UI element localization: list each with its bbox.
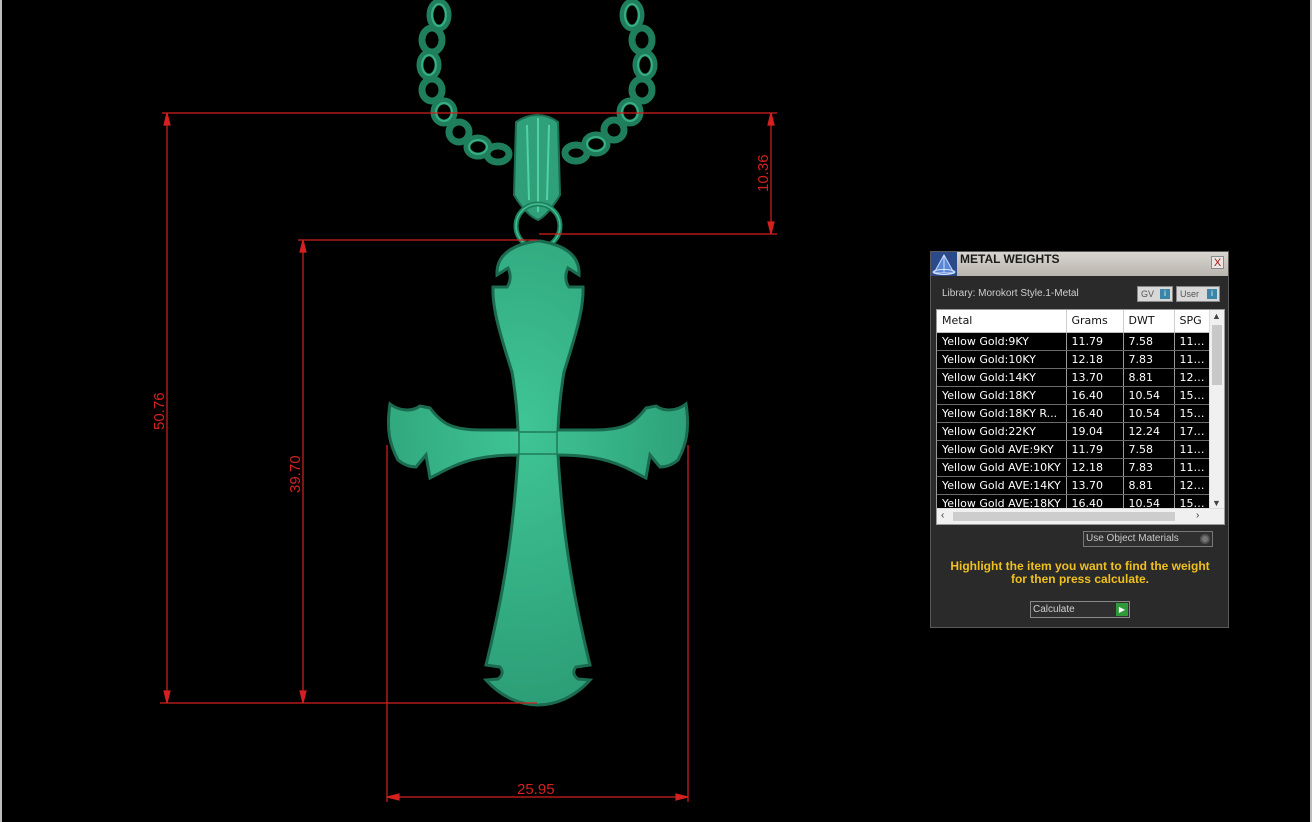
metal-table[interactable]: Metal Grams DWT SPG Yellow Gold:9KY 11.79… [936, 309, 1225, 525]
dimension-bail-height: 10.36 [755, 154, 772, 192]
panel-titlebar[interactable]: METAL WEIGHTS X [931, 252, 1228, 276]
cell-metal: Yellow Gold:14KY [937, 368, 1067, 387]
cell-spg: 11.08 [1174, 440, 1210, 459]
cell-spg: 12.88 [1174, 476, 1210, 495]
metal-weights-panel[interactable]: METAL WEIGHTS X Library: Morokort Style.… [930, 251, 1229, 628]
table-row[interactable]: Yellow Gold:18KY R... 16.40 10.54 15.41 [937, 404, 1210, 423]
horizontal-scrollbar[interactable]: ‹ › [937, 508, 1224, 524]
dimension-width: 25.95 [517, 781, 555, 798]
library-label: Library: Morokort Style.1-Metal [942, 288, 1079, 299]
panel-title: METAL WEIGHTS [960, 252, 1060, 266]
cell-metal: Yellow Gold:18KY R... [937, 404, 1067, 423]
table-row[interactable]: Yellow Gold:10KY 12.18 7.83 11.45 [937, 350, 1210, 369]
cell-metal: Yellow Gold:10KY [937, 350, 1067, 369]
column-header-grams[interactable]: Grams [1066, 310, 1124, 333]
vertical-scroll-thumb[interactable] [1212, 325, 1222, 385]
table-row[interactable]: Yellow Gold:22KY 19.04 12.24 17.89 [937, 422, 1210, 441]
close-button[interactable]: X [1211, 256, 1224, 269]
dimension-total-height: 50.76 [151, 392, 168, 430]
use-object-materials-option[interactable]: Use Object Materials [1083, 531, 1213, 547]
radio-icon[interactable] [1200, 534, 1210, 544]
cell-grams: 12.18 [1066, 458, 1124, 477]
cell-spg: 11.45 [1174, 458, 1210, 477]
column-header-metal[interactable]: Metal [937, 310, 1067, 333]
cell-spg: 15.41 [1174, 404, 1210, 423]
cell-grams: 13.70 [1066, 368, 1124, 387]
cell-metal: Yellow Gold AVE:14KY [937, 476, 1067, 495]
table-row[interactable]: Yellow Gold:18KY 16.40 10.54 15.41 [937, 386, 1210, 405]
cell-spg: 11.08 [1174, 332, 1210, 351]
cell-grams: 11.79 [1066, 332, 1124, 351]
table-row[interactable]: Yellow Gold:14KY 13.70 8.81 12.88 [937, 368, 1210, 387]
instruction-text: Highlight the item you want to find the … [950, 559, 1210, 586]
gv-toggle[interactable]: GV i [1137, 286, 1173, 302]
scroll-down-icon[interactable]: ▼ [1212, 498, 1221, 508]
toggle-knob-icon: i [1160, 289, 1170, 299]
cell-spg: 11.45 [1174, 350, 1210, 369]
use-object-materials-label: Use Object Materials [1086, 533, 1179, 544]
cell-dwt: 7.83 [1123, 350, 1175, 369]
cell-dwt: 7.58 [1123, 440, 1175, 459]
cell-metal: Yellow Gold:9KY [937, 332, 1067, 351]
table-row[interactable]: Yellow Gold:9KY 11.79 7.58 11.08 [937, 332, 1210, 351]
cell-dwt: 12.24 [1123, 422, 1175, 441]
table-header-row: Metal Grams DWT SPG [937, 310, 1210, 333]
cell-grams: 19.04 [1066, 422, 1124, 441]
vertical-scrollbar[interactable]: ▲ ▼ [1209, 310, 1224, 509]
cell-dwt: 10.54 [1123, 386, 1175, 405]
column-header-spg[interactable]: SPG [1174, 310, 1210, 333]
cross-pendant[interactable] [386, 239, 690, 707]
cell-metal: Yellow Gold:22KY [937, 422, 1067, 441]
scroll-right-icon[interactable]: › [1196, 510, 1199, 521]
toggle-knob-icon: i [1207, 289, 1217, 299]
table-row[interactable]: Yellow Gold AVE:9KY 11.79 7.58 11.08 [937, 440, 1210, 459]
calculate-label: Calculate [1033, 604, 1075, 615]
cell-metal: Yellow Gold AVE:9KY [937, 440, 1067, 459]
gv-toggle-label: GV [1141, 289, 1155, 299]
horizontal-scroll-thumb[interactable] [953, 512, 1175, 521]
calculate-button[interactable]: Calculate ▶ [1030, 601, 1130, 618]
column-header-dwt[interactable]: DWT [1123, 310, 1175, 333]
dimension-body-height: 39.70 [287, 455, 304, 493]
cell-dwt: 7.58 [1123, 332, 1175, 351]
scroll-up-icon[interactable]: ▲ [1212, 311, 1221, 321]
cell-grams: 11.79 [1066, 440, 1124, 459]
cell-grams: 12.18 [1066, 350, 1124, 369]
cell-metal: Yellow Gold AVE:10KY [937, 458, 1067, 477]
cell-dwt: 8.81 [1123, 368, 1175, 387]
cell-dwt: 10.54 [1123, 404, 1175, 423]
cell-spg: 15.41 [1174, 386, 1210, 405]
cell-grams: 13.70 [1066, 476, 1124, 495]
cell-dwt: 7.83 [1123, 458, 1175, 477]
cell-grams: 16.40 [1066, 404, 1124, 423]
table-row[interactable]: Yellow Gold AVE:10KY 12.18 7.83 11.45 [937, 458, 1210, 477]
cell-spg: 12.88 [1174, 368, 1210, 387]
table-row[interactable]: Yellow Gold AVE:14KY 13.70 8.81 12.88 [937, 476, 1210, 495]
cell-spg: 17.89 [1174, 422, 1210, 441]
play-arrow-icon: ▶ [1116, 603, 1128, 616]
bail[interactable] [512, 114, 563, 251]
user-toggle-label: User [1180, 289, 1200, 299]
pyramid-logo-icon [931, 252, 957, 276]
scroll-left-icon[interactable]: ‹ [941, 510, 944, 521]
user-toggle[interactable]: User i [1176, 286, 1220, 302]
cell-grams: 16.40 [1066, 386, 1124, 405]
cell-metal: Yellow Gold:18KY [937, 386, 1067, 405]
cell-dwt: 8.81 [1123, 476, 1175, 495]
